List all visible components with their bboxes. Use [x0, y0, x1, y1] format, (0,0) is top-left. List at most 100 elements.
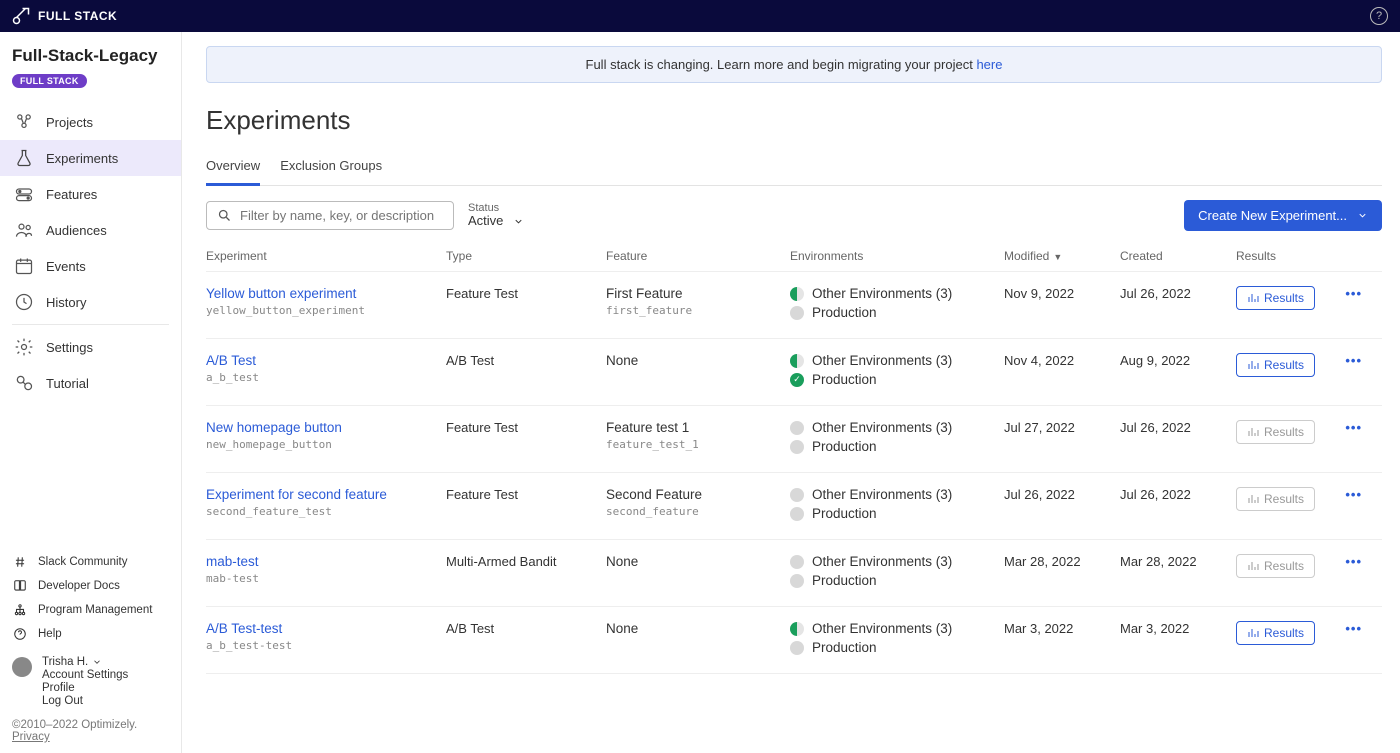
results-button[interactable]: Results [1236, 353, 1315, 377]
tab-overview[interactable]: Overview [206, 150, 260, 186]
table-row: A/B Test a_b_test A/B Test None Other En… [206, 339, 1382, 406]
project-badge: FULL STACK [12, 74, 87, 88]
row-menu-icon[interactable]: ••• [1345, 286, 1362, 301]
tab-exclusion-groups[interactable]: Exclusion Groups [280, 150, 382, 185]
avatar[interactable] [12, 657, 32, 677]
experiments-icon [14, 148, 34, 168]
col-header-experiment[interactable]: Experiment [206, 249, 446, 263]
chart-icon [1247, 493, 1259, 505]
footer-link-program[interactable]: Program Management [12, 598, 169, 622]
privacy-link[interactable]: Privacy [12, 731, 50, 743]
features-icon [14, 184, 34, 204]
created-date: Mar 28, 2022 [1120, 554, 1236, 569]
nav-label: Audiences [46, 223, 107, 238]
status-filter[interactable]: Status Active [468, 202, 524, 230]
user-link-logout[interactable]: Log Out [42, 695, 128, 707]
events-icon [14, 256, 34, 276]
env-row: Other Environments (3) [790, 420, 1004, 435]
col-header-results[interactable]: Results [1236, 249, 1326, 263]
feature-key: second_feature [606, 505, 790, 518]
env-status-icon [790, 421, 804, 435]
banner-link[interactable]: here [976, 57, 1002, 72]
results-button[interactable]: Results [1236, 286, 1315, 310]
env-status-icon [790, 488, 804, 502]
modified-date: Jul 27, 2022 [1004, 420, 1120, 435]
row-menu-icon[interactable]: ••• [1345, 420, 1362, 435]
results-button: Results [1236, 487, 1315, 511]
user-link-account[interactable]: Account Settings [42, 669, 128, 681]
topbar: FULL STACK ? [0, 0, 1400, 32]
experiment-name-link[interactable]: New homepage button [206, 420, 446, 435]
results-button: Results [1236, 420, 1315, 444]
row-menu-icon[interactable]: ••• [1345, 621, 1362, 636]
env-status-icon [790, 555, 804, 569]
user-link-profile[interactable]: Profile [42, 682, 128, 694]
experiment-name-link[interactable]: Yellow button experiment [206, 286, 446, 301]
sidebar: Full-Stack-Legacy FULL STACK Projects Ex… [0, 32, 182, 753]
nav-item-history[interactable]: History [0, 284, 181, 320]
results-button[interactable]: Results [1236, 621, 1315, 645]
env-row: Production [790, 640, 1004, 655]
env-status-icon [790, 354, 804, 368]
table-row: mab-test mab-test Multi-Armed Bandit Non… [206, 540, 1382, 607]
row-menu-icon[interactable]: ••• [1345, 353, 1362, 368]
footer-link-docs[interactable]: Developer Docs [12, 574, 169, 598]
history-icon [14, 292, 34, 312]
row-menu-icon[interactable]: ••• [1345, 554, 1362, 569]
hash-icon [12, 554, 28, 570]
env-status-icon [790, 373, 804, 387]
nav-item-features[interactable]: Features [0, 176, 181, 212]
env-row: Other Environments (3) [790, 621, 1004, 636]
nav-item-audiences[interactable]: Audiences [0, 212, 181, 248]
row-menu-icon[interactable]: ••• [1345, 487, 1362, 502]
nav-item-settings[interactable]: Settings [0, 329, 181, 365]
env-row: Other Environments (3) [790, 353, 1004, 368]
created-date: Aug 9, 2022 [1120, 353, 1236, 368]
sort-desc-icon: ▼ [1053, 252, 1062, 262]
main-content: Full stack is changing. Learn more and b… [182, 32, 1400, 753]
modified-date: Nov 4, 2022 [1004, 353, 1120, 368]
create-experiment-button[interactable]: Create New Experiment... [1184, 200, 1382, 231]
experiment-type: Feature Test [446, 286, 606, 301]
experiment-name-link[interactable]: Experiment for second feature [206, 487, 446, 502]
experiment-type: A/B Test [446, 621, 606, 636]
search-box[interactable] [206, 201, 454, 230]
chart-icon [1247, 359, 1259, 371]
nav-item-projects[interactable]: Projects [0, 104, 181, 140]
feature-key: first_feature [606, 304, 790, 317]
nav-label: Projects [46, 115, 93, 130]
nav-item-tutorial[interactable]: Tutorial [0, 365, 181, 401]
experiment-name-link[interactable]: A/B Test-test [206, 621, 446, 636]
feature-name: First Feature [606, 286, 790, 301]
help-icon[interactable]: ? [1370, 7, 1388, 25]
col-header-created[interactable]: Created [1120, 249, 1236, 263]
experiment-name-link[interactable]: mab-test [206, 554, 446, 569]
col-header-feature[interactable]: Feature [606, 249, 790, 263]
table-row: Experiment for second feature second_fea… [206, 473, 1382, 540]
col-header-environments[interactable]: Environments [790, 249, 1004, 263]
search-input[interactable] [240, 208, 443, 223]
logo-icon [12, 7, 30, 25]
status-filter-value: Active [468, 214, 503, 229]
footer-link-slack[interactable]: Slack Community [12, 550, 169, 574]
org-icon [12, 602, 28, 618]
chart-icon [1247, 560, 1259, 572]
modified-date: Jul 26, 2022 [1004, 487, 1120, 502]
env-status-icon [790, 306, 804, 320]
nav-item-events[interactable]: Events [0, 248, 181, 284]
experiment-type: A/B Test [446, 353, 606, 368]
user-menu-toggle[interactable]: Trisha H. [42, 656, 128, 668]
experiment-name-link[interactable]: A/B Test [206, 353, 446, 368]
banner-text: Full stack is changing. Learn more and b… [586, 57, 977, 72]
audiences-icon [14, 220, 34, 240]
experiment-key: yellow_button_experiment [206, 304, 446, 317]
chevron-down-icon [1357, 210, 1368, 221]
env-row: Production [790, 506, 1004, 521]
created-date: Mar 3, 2022 [1120, 621, 1236, 636]
nav-item-experiments[interactable]: Experiments [0, 140, 181, 176]
col-header-modified[interactable]: Modified▼ [1004, 249, 1120, 263]
brand-label: FULL STACK [38, 9, 117, 23]
col-header-type[interactable]: Type [446, 249, 606, 263]
created-date: Jul 26, 2022 [1120, 487, 1236, 502]
footer-link-help[interactable]: Help [12, 622, 169, 646]
